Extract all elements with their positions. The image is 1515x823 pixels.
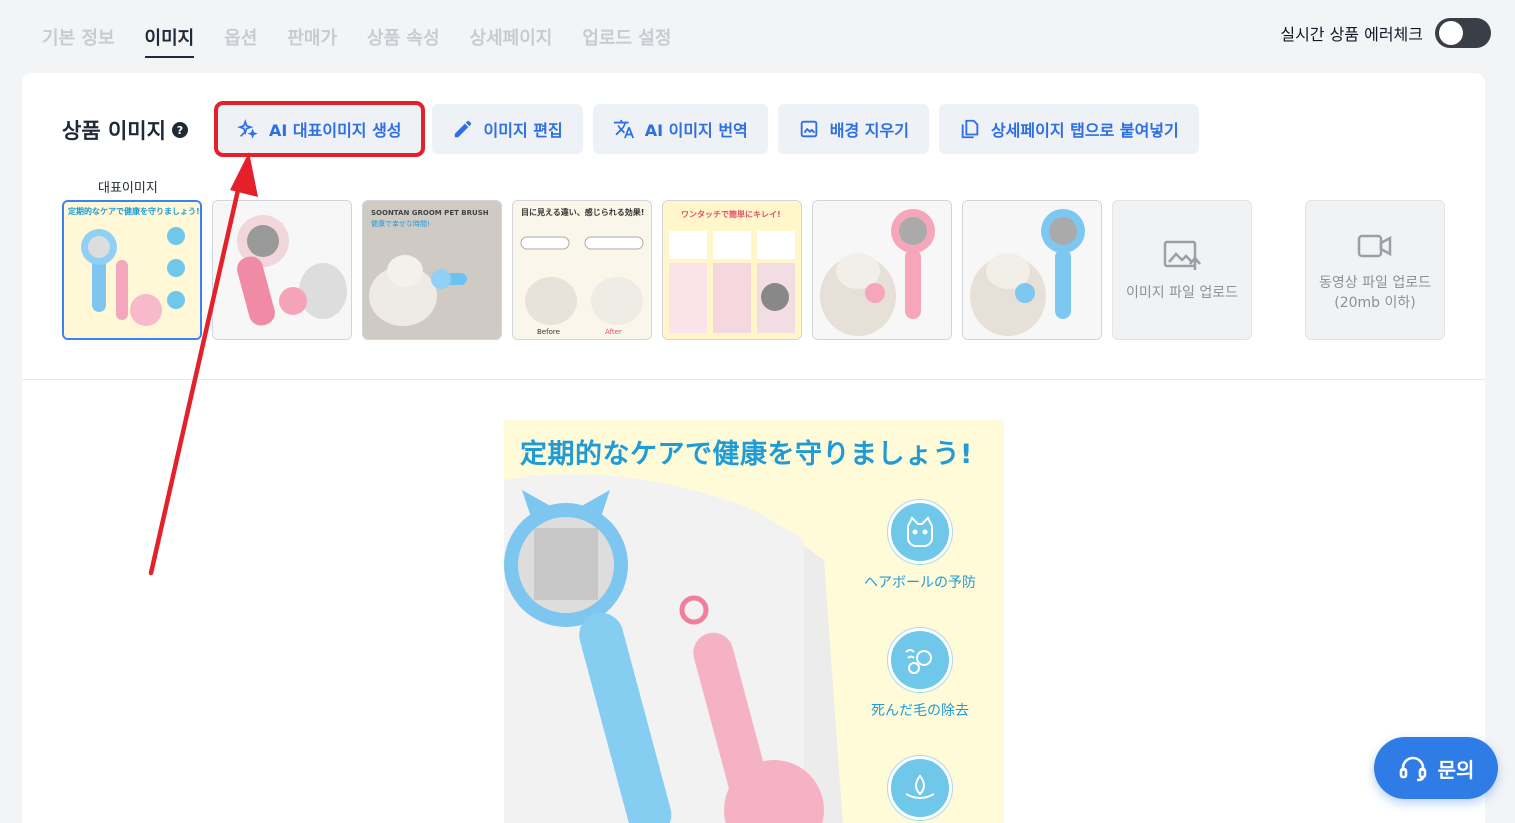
thumbnail-7[interactable] [962, 200, 1102, 340]
image-icon [800, 120, 818, 138]
tab-upload-settings[interactable]: 업로드 설정 [582, 24, 671, 58]
remove-background-label: 배경 지우기 [829, 121, 909, 140]
inquiry-label: 문의 [1437, 757, 1475, 782]
thumbnail-3[interactable]: SOONTAN GROOM PET BRUSH 健康で幸せな時間! [362, 200, 502, 340]
main-image-preview: 定期的なケアで健康を守りましょう! ヘアボールの予防 死んだ毛の除去 [504, 420, 1004, 823]
tab-price[interactable]: 판매가 [287, 24, 337, 58]
paste-detail-label: 상세페이지 탭으로 붙여넣기 [990, 121, 1179, 140]
thumb-4-before: Before [537, 328, 560, 336]
skin-icon [888, 756, 952, 820]
image-toolbar: AI 대표이미지 생성 이미지 편집 AI 이미지 번역 배경 지우기 상세페이… [214, 101, 1199, 157]
thumbnail-6[interactable] [812, 200, 952, 340]
thumb-1-title: 定期的なケアで健康を守りましょう! [67, 206, 200, 216]
translate-icon [613, 119, 634, 139]
thumbnail-list: 定期的なケアで健康を守りましょう! SOONTAN GROOM PET BRUS… [62, 200, 1252, 340]
section-title-text: 상품 이미지 [62, 119, 166, 143]
tab-bar: 기본 정보 이미지 옵션 판매가 상품 속성 상세페이지 업로드 설정 [42, 24, 701, 58]
headset-icon [1399, 756, 1426, 782]
fur-icon [888, 628, 952, 692]
realtime-check-toggle[interactable] [1435, 18, 1491, 48]
image-upload-box[interactable]: 이미지 파일 업로드 [1112, 200, 1252, 340]
video-camera-icon [1357, 234, 1392, 258]
thumbnail-4[interactable]: 目に見える違い、感じられる効果! Before After [512, 200, 652, 340]
tab-attributes[interactable]: 상품 속성 [367, 24, 440, 58]
ai-translate-label: AI 이미지 번역 [644, 121, 748, 140]
thumb-3-title: SOONTAN GROOM PET BRUSH [371, 209, 489, 217]
thumb-4-after: After [605, 328, 622, 336]
feature-hairball: ヘアボールの予防 [850, 500, 990, 592]
help-icon[interactable]: ? [171, 122, 188, 138]
image-upload-icon [1163, 240, 1201, 270]
thumb-4-title: 目に見える違い、感じられる効果! [521, 207, 644, 217]
inquiry-button[interactable]: 문의 [1374, 737, 1498, 799]
section-title: 상품 이미지 ? [62, 115, 188, 145]
thumbnail-4-image: 目に見える違い、感じられる効果! Before After [513, 201, 651, 339]
feature-third [850, 756, 990, 823]
remove-background-button[interactable]: 배경 지우기 [777, 104, 929, 154]
tab-image[interactable]: 이미지 [144, 24, 195, 58]
thumbnail-5[interactable]: ワンタッチで簡単にキレイ! [662, 200, 802, 340]
tab-detail-page[interactable]: 상세페이지 [470, 24, 553, 58]
thumb-5-title: ワンタッチで簡単にキレイ! [681, 209, 781, 219]
feature-dead-hair: 死んだ毛の除去 [850, 628, 990, 720]
thumbnail-5-image: ワンタッチで簡単にキレイ! [663, 201, 801, 339]
tab-options[interactable]: 옵션 [224, 24, 257, 58]
copy-icon [961, 119, 979, 139]
ai-translate-button[interactable]: AI 이미지 번역 [592, 104, 768, 154]
realtime-check-label: 실시간 상품 에러체크 [1280, 25, 1423, 44]
toggle-knob [1439, 21, 1463, 45]
preview-title: 定期的なケアで健康を守りましょう! [520, 439, 973, 470]
pencil-icon [454, 120, 471, 138]
feature-dead-hair-label: 死んだ毛の除去 [871, 703, 969, 719]
paste-detail-button[interactable]: 상세페이지 탭으로 붙여넣기 [938, 104, 1199, 154]
image-upload-label: 이미지 파일 업로드 [1126, 285, 1238, 301]
ai-main-image-button[interactable]: AI 대표이미지 생성 [214, 101, 425, 157]
thumbnail-2[interactable] [212, 200, 352, 340]
representative-image-label: 대표이미지 [98, 181, 158, 196]
tab-basic-info[interactable]: 기본 정보 [42, 24, 115, 58]
thumbnail-7-image [963, 201, 1101, 339]
sparkle-icon [237, 119, 258, 139]
feature-hairball-label: ヘアボールの予防 [864, 575, 976, 591]
video-upload-label: 동영상 파일 업로드 (20mb 이하) [1319, 275, 1431, 311]
cat-icon [888, 500, 952, 564]
thumbnail-1[interactable]: 定期的なケアで健康を守りましょう! [62, 200, 202, 340]
thumbnail-2-image [213, 201, 351, 339]
realtime-check: 실시간 상품 에러체크 [1280, 18, 1491, 48]
section-divider [22, 379, 1485, 380]
ai-main-image-label: AI 대표이미지 생성 [269, 121, 402, 140]
thumbnail-3-image: SOONTAN GROOM PET BRUSH 健康で幸せな時間! [363, 201, 501, 339]
thumbnail-1-image: 定期的なケアで健康を守りましょう! [64, 202, 200, 338]
thumb-3-subtitle: 健康で幸せな時間! [371, 219, 430, 228]
thumbnail-6-image [813, 201, 951, 339]
edit-image-label: 이미지 편집 [483, 121, 563, 140]
image-card: 상품 이미지 ? AI 대표이미지 생성 이미지 편집 AI 이미지 번역 배경… [22, 73, 1485, 823]
edit-image-button[interactable]: 이미지 편집 [431, 104, 583, 154]
video-upload-box[interactable]: 동영상 파일 업로드 (20mb 이하) [1305, 200, 1445, 340]
